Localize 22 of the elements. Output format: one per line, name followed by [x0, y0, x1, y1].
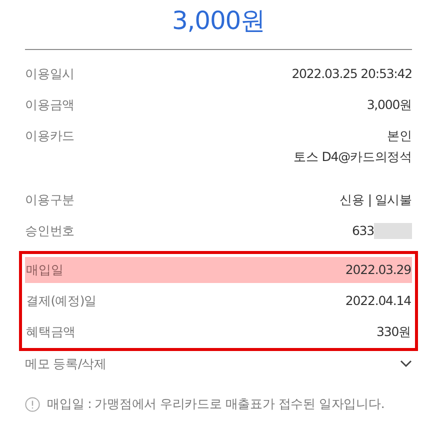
memo-toggle[interactable]: 메모 등록/삭제 [25, 351, 412, 377]
row-label: 승인번호 [25, 222, 75, 240]
row-label: 결제(예정)일 [26, 292, 97, 310]
row-label: 매입일 [26, 260, 64, 279]
info-note: 매입일 : 가맹점에서 우리카드로 매출표가 접수된 일자입니다. [47, 395, 384, 413]
row-value: 2022.04.14 [345, 292, 411, 310]
row-value: 2022.03.29 [345, 260, 411, 279]
total-amount: 3,000원 [172, 5, 265, 37]
row-value: 2022.03.25 20:53:42 [292, 65, 412, 83]
row-value: 3,000원 [366, 96, 412, 114]
row-value: 신용 | 일시불 [340, 191, 412, 209]
row-label: 혜택금액 [26, 322, 76, 341]
row-value: 본인 [387, 127, 412, 145]
row-value: 633 [352, 222, 374, 240]
chevron-icon [400, 360, 412, 368]
info-icon [25, 396, 40, 412]
row-label: 이용카드 [25, 127, 75, 145]
row-value: 토스 D4@카드의정석 [294, 148, 412, 166]
row-value: 330원 [376, 322, 411, 341]
row-label: 이용구분 [25, 191, 75, 209]
row-label: 이용일시 [25, 65, 75, 83]
row-label: 이용금액 [25, 96, 75, 114]
